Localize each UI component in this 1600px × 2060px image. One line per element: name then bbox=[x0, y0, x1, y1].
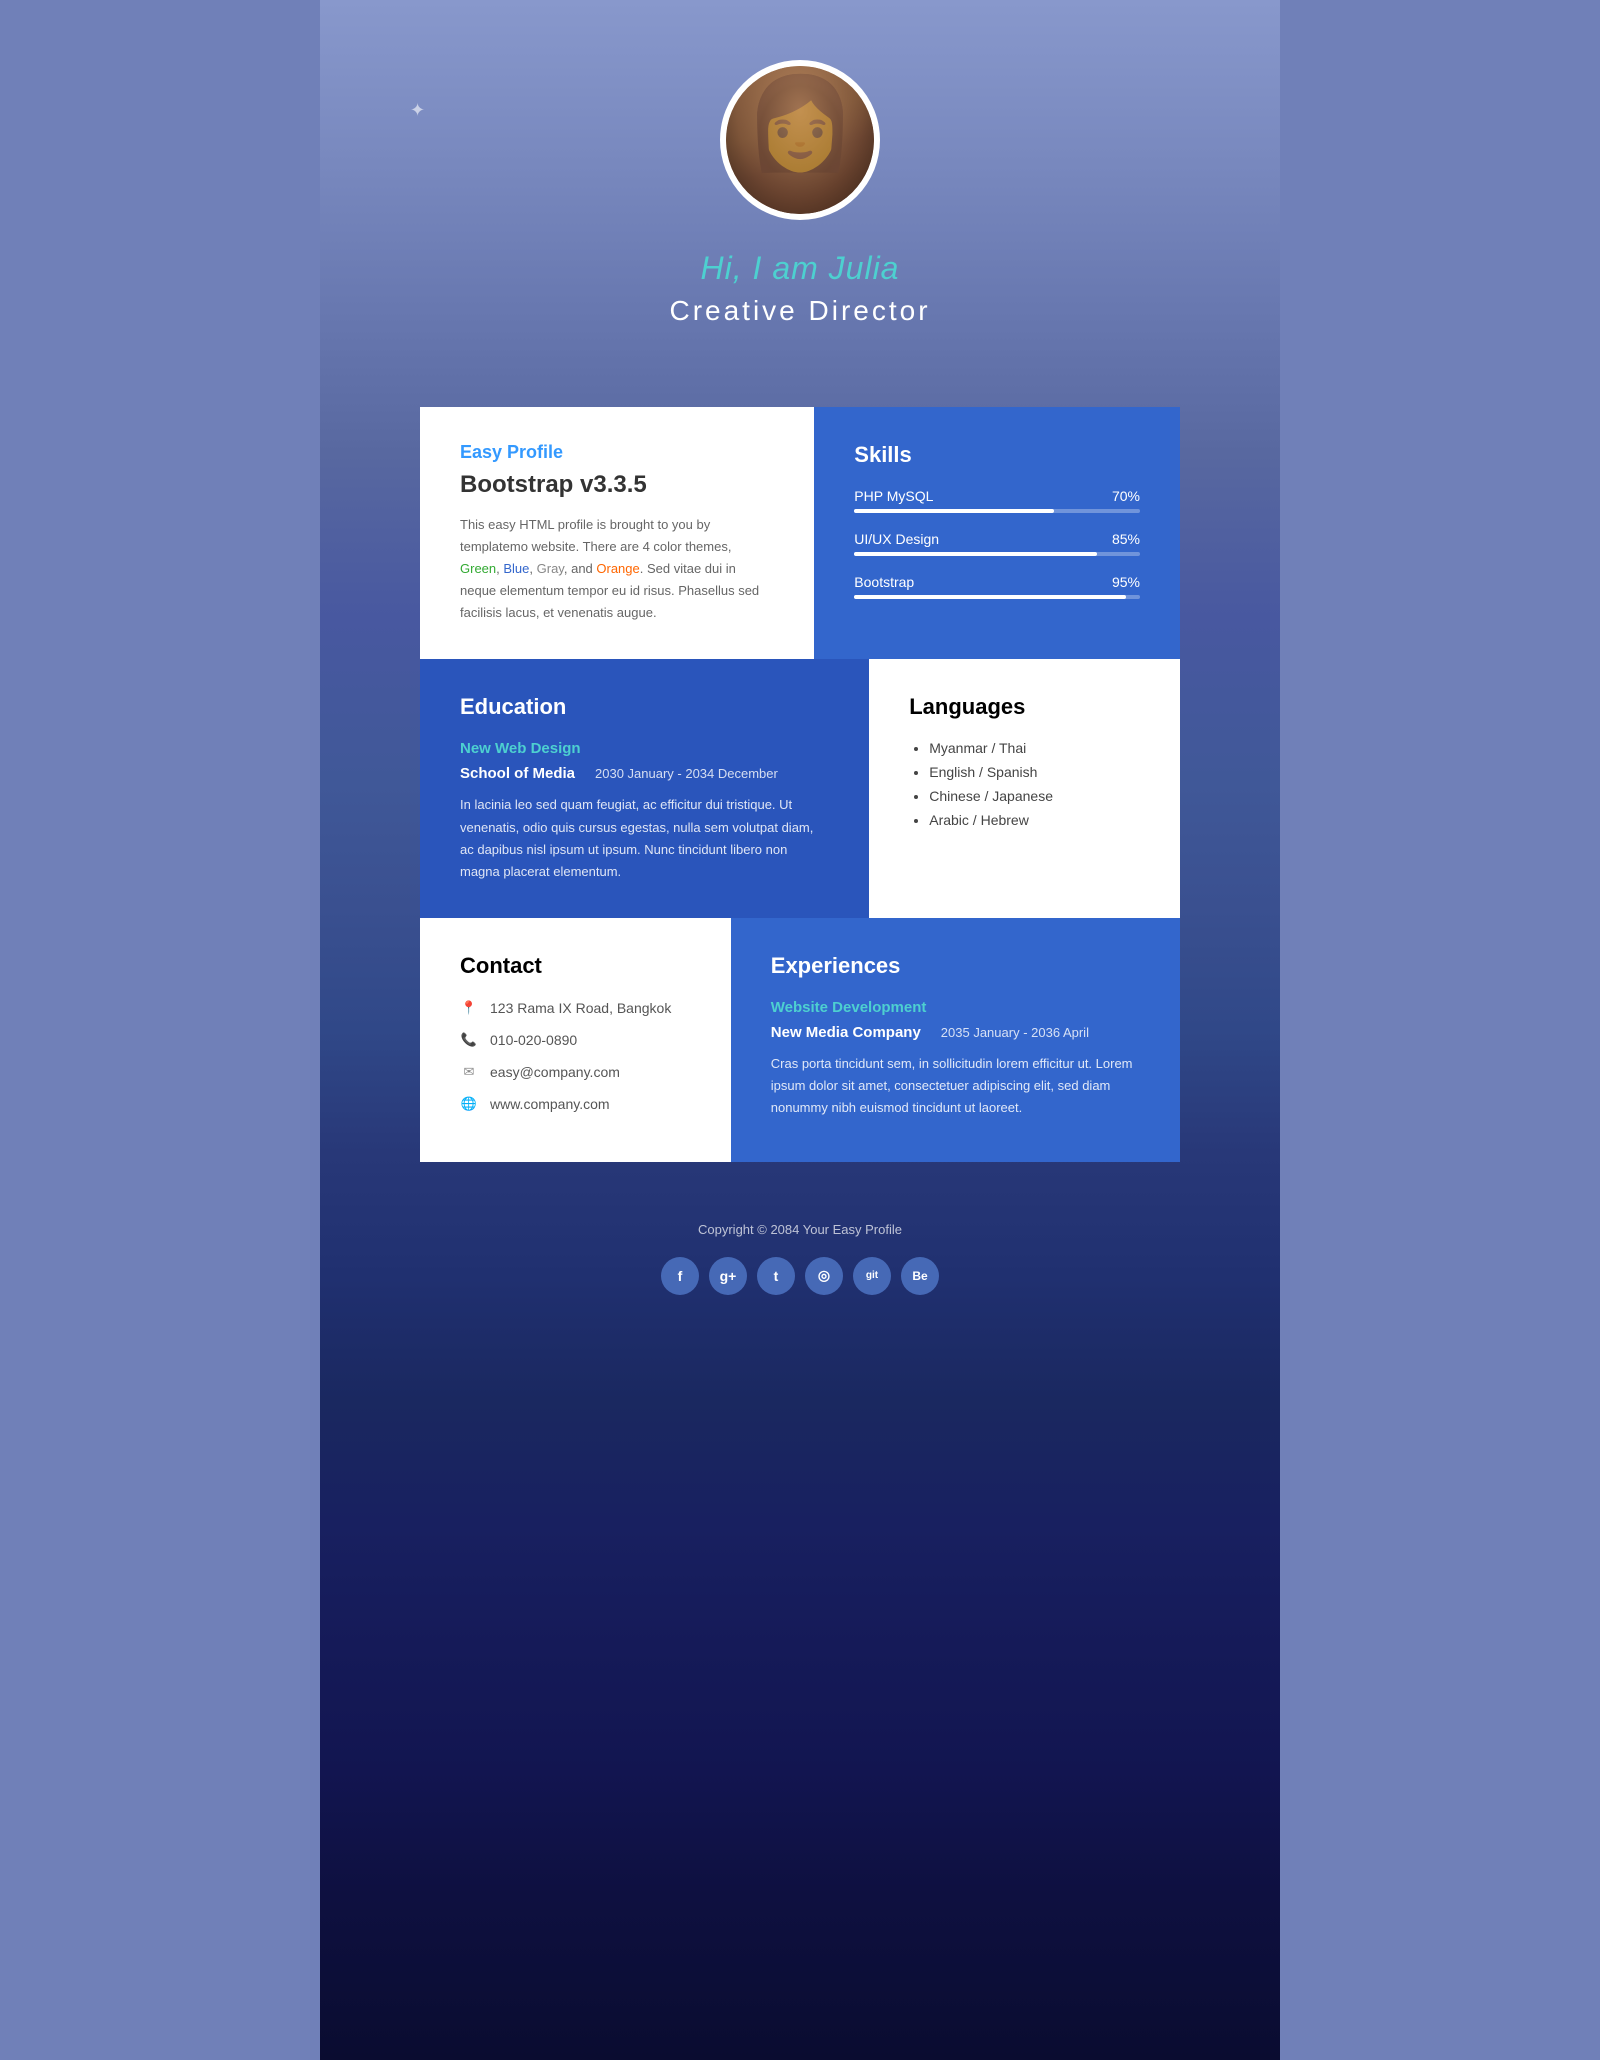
exp-description: Cras porta tincidunt sem, in sollicitudi… bbox=[771, 1053, 1140, 1119]
social-links: f g+ t ◎ git Be bbox=[320, 1257, 1280, 1295]
cards-row-3: Contact 📍 123 Rama IX Road, Bangkok 📞 01… bbox=[320, 918, 1280, 1162]
contact-address-row: 📍 123 Rama IX Road, Bangkok bbox=[460, 999, 691, 1017]
exp-company-row: New Media Company 2035 January - 2036 Ap… bbox=[771, 1024, 1140, 1041]
footer-copyright: Copyright © 2084 Your Easy Profile bbox=[320, 1222, 1280, 1237]
edu-school-row: School of Media 2030 January - 2034 Dece… bbox=[460, 765, 829, 782]
easy-profile-card: Easy Profile Bootstrap v3.3.5 This easy … bbox=[420, 407, 814, 659]
edu-dates: 2030 January - 2034 December bbox=[595, 766, 778, 781]
easy-profile-label: Easy Profile bbox=[460, 442, 774, 463]
lang-item-chinese: Chinese / Japanese bbox=[929, 788, 1140, 804]
globe-icon: 🌐 bbox=[460, 1095, 478, 1113]
education-card: Education New Web Design School of Media… bbox=[420, 659, 869, 917]
languages-card: Languages Myanmar / Thai English / Spani… bbox=[869, 659, 1180, 917]
skill-php-label: PHP MySQL bbox=[854, 488, 933, 504]
hero-title: Creative Director bbox=[320, 295, 1280, 327]
skill-php: PHP MySQL 70% bbox=[854, 488, 1140, 513]
experiences-subtitle: Website Development bbox=[771, 999, 1140, 1016]
skill-bootstrap: Bootstrap 95% bbox=[854, 574, 1140, 599]
avatar bbox=[726, 66, 874, 214]
skill-php-bar-fill bbox=[854, 509, 1054, 513]
skill-uiux-label: UI/UX Design bbox=[854, 531, 939, 547]
skills-title: Skills bbox=[854, 442, 1140, 468]
skill-uiux-bar-bg bbox=[854, 552, 1140, 556]
skill-bootstrap-label: Bootstrap bbox=[854, 574, 914, 590]
star-decoration: ✦ bbox=[410, 100, 425, 121]
contact-email-row: ✉ easy@company.com bbox=[460, 1063, 691, 1081]
skill-uiux-percent: 85% bbox=[1112, 531, 1140, 547]
contact-email: easy@company.com bbox=[490, 1064, 620, 1080]
skill-php-percent: 70% bbox=[1112, 488, 1140, 504]
exp-dates: 2035 January - 2036 April bbox=[941, 1025, 1089, 1040]
bootstrap-title: Bootstrap v3.3.5 bbox=[460, 471, 774, 499]
contact-website: www.company.com bbox=[490, 1096, 610, 1112]
avatar-wrapper bbox=[720, 60, 880, 220]
link-blue: Blue bbox=[503, 561, 529, 576]
skill-bootstrap-percent: 95% bbox=[1112, 574, 1140, 590]
skills-card: Skills PHP MySQL 70% UI/UX Design 85% bbox=[814, 407, 1180, 659]
lang-item-english: English / Spanish bbox=[929, 764, 1140, 780]
link-gray: Gray bbox=[537, 561, 564, 576]
cards-row-2: Education New Web Design School of Media… bbox=[320, 659, 1280, 917]
footer: Copyright © 2084 Your Easy Profile f g+ … bbox=[320, 1162, 1280, 1335]
languages-title: Languages bbox=[909, 694, 1140, 720]
education-subtitle: New Web Design bbox=[460, 740, 829, 757]
hero-name: Hi, I am Julia bbox=[320, 250, 1280, 287]
social-instagram[interactable]: ◎ bbox=[805, 1257, 843, 1295]
link-orange: Orange bbox=[596, 561, 639, 576]
experiences-card: Experiences Website Development New Medi… bbox=[731, 918, 1180, 1162]
link-green: Green bbox=[460, 561, 496, 576]
social-behance[interactable]: Be bbox=[901, 1257, 939, 1295]
social-facebook[interactable]: f bbox=[661, 1257, 699, 1295]
cards-row-1: Easy Profile Bootstrap v3.3.5 This easy … bbox=[320, 407, 1280, 659]
skill-uiux: UI/UX Design 85% bbox=[854, 531, 1140, 556]
lang-item-arabic: Arabic / Hebrew bbox=[929, 812, 1140, 828]
hero-section: Hi, I am Julia Creative Director bbox=[320, 0, 1280, 407]
skill-php-bar-bg bbox=[854, 509, 1140, 513]
contact-phone: 010-020-0890 bbox=[490, 1032, 577, 1048]
skill-bootstrap-bar-fill bbox=[854, 595, 1125, 599]
contact-card: Contact 📍 123 Rama IX Road, Bangkok 📞 01… bbox=[420, 918, 731, 1162]
email-icon: ✉ bbox=[460, 1063, 478, 1081]
exp-company-name: New Media Company bbox=[771, 1024, 921, 1041]
profile-description: This easy HTML profile is brought to you… bbox=[460, 514, 774, 624]
education-title: Education bbox=[460, 694, 829, 720]
location-icon: 📍 bbox=[460, 999, 478, 1017]
skill-uiux-bar-fill bbox=[854, 552, 1097, 556]
social-google-plus[interactable]: g+ bbox=[709, 1257, 747, 1295]
experiences-title: Experiences bbox=[771, 953, 1140, 979]
edu-description: In lacinia leo sed quam feugiat, ac effi… bbox=[460, 794, 829, 882]
edu-school-name: School of Media bbox=[460, 765, 575, 782]
lang-item-myanmar: Myanmar / Thai bbox=[929, 740, 1140, 756]
phone-icon: 📞 bbox=[460, 1031, 478, 1049]
skill-bootstrap-bar-bg bbox=[854, 595, 1140, 599]
contact-title: Contact bbox=[460, 953, 691, 979]
contact-website-row: 🌐 www.company.com bbox=[460, 1095, 691, 1113]
languages-list: Myanmar / Thai English / Spanish Chinese… bbox=[909, 740, 1140, 828]
contact-address: 123 Rama IX Road, Bangkok bbox=[490, 1000, 671, 1016]
social-twitter[interactable]: t bbox=[757, 1257, 795, 1295]
contact-phone-row: 📞 010-020-0890 bbox=[460, 1031, 691, 1049]
social-github[interactable]: git bbox=[853, 1257, 891, 1295]
